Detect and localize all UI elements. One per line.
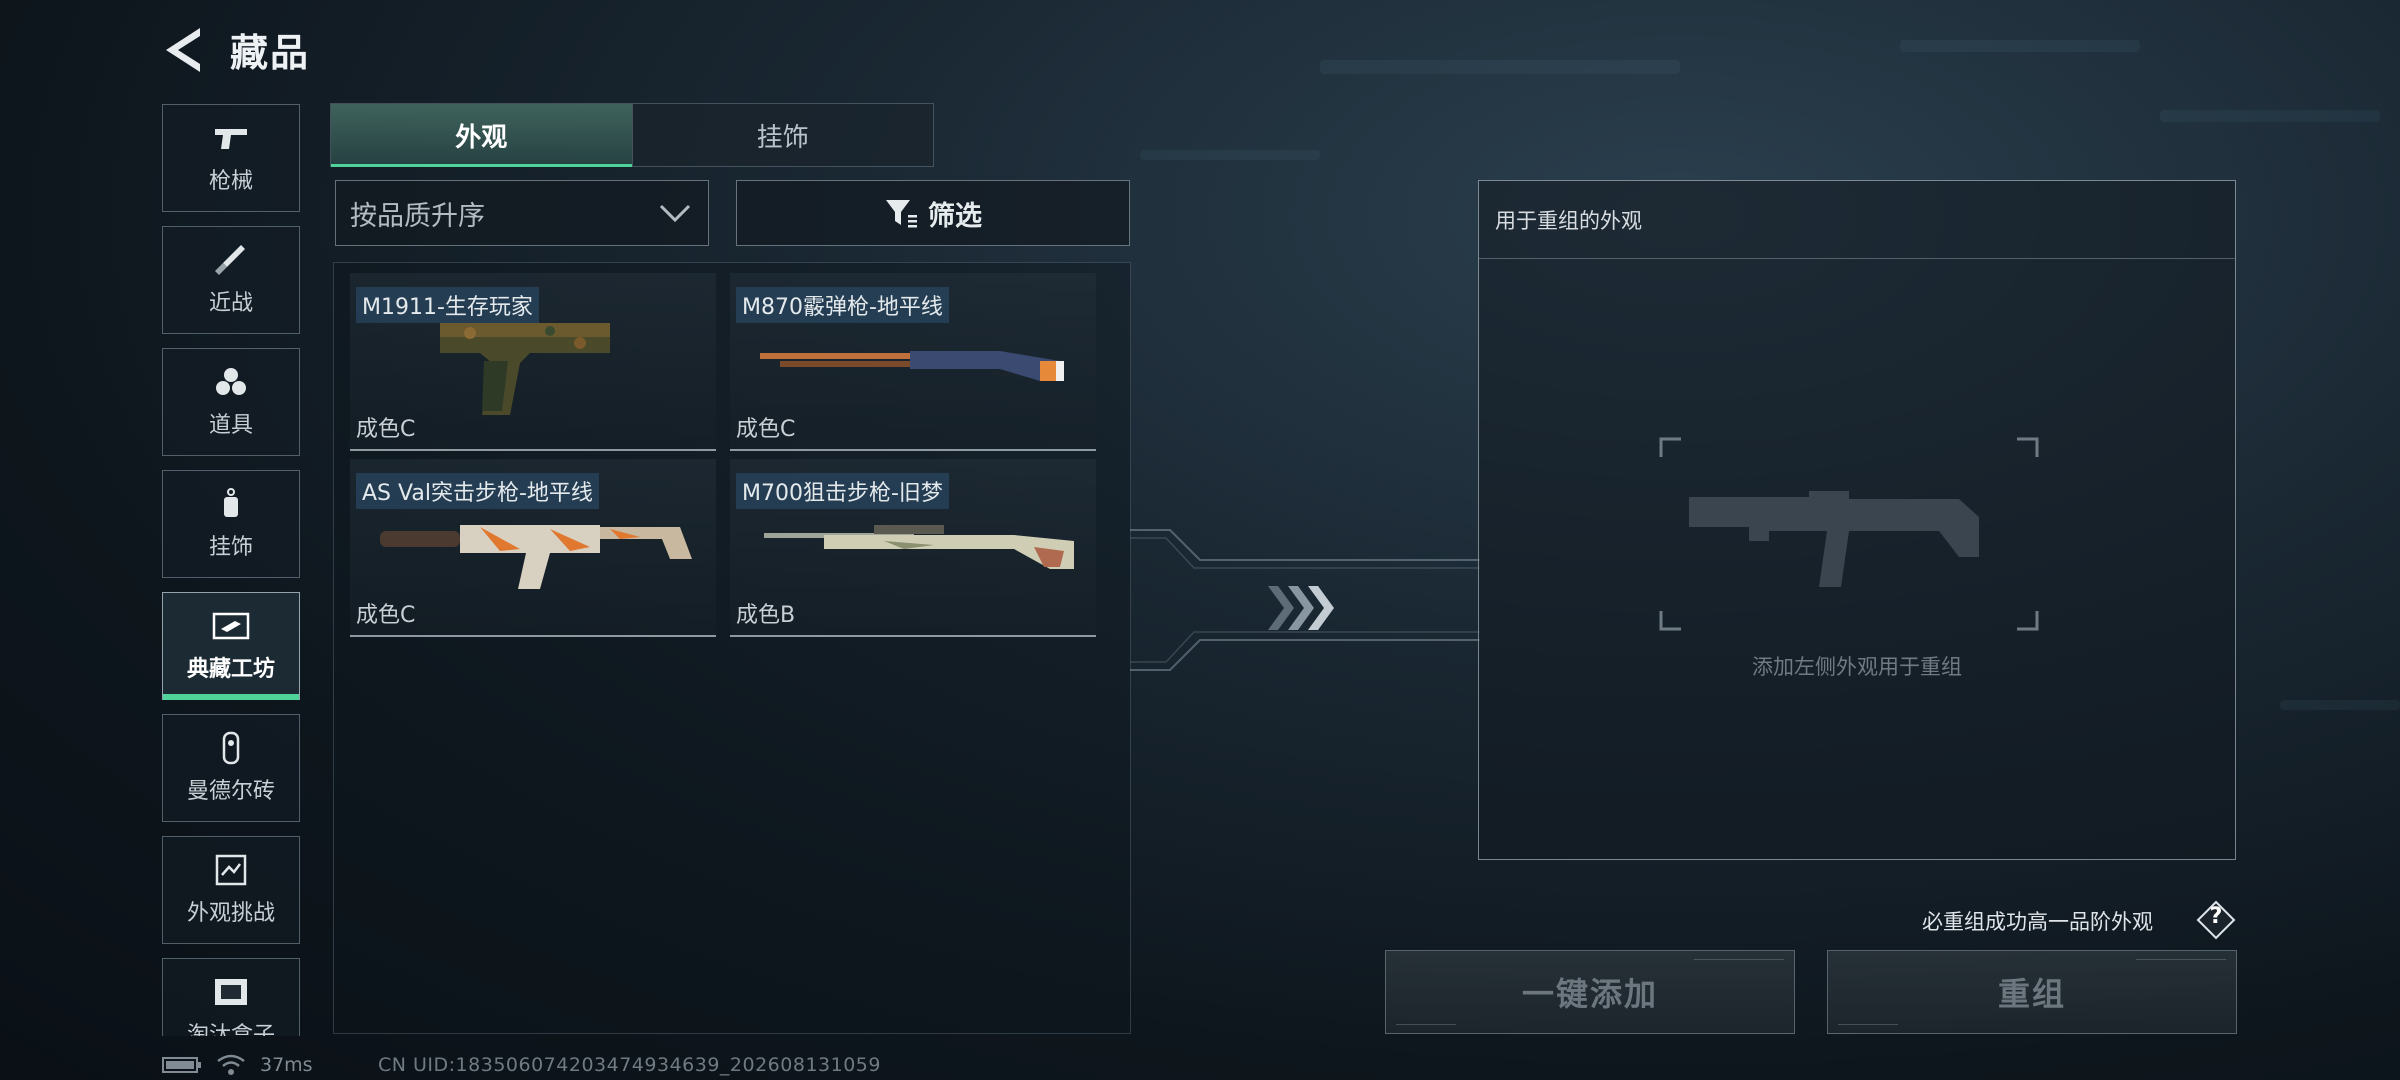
help-mark: ? xyxy=(2209,904,2223,929)
filter-icon xyxy=(886,200,917,228)
ping-value: 37ms xyxy=(260,1054,313,1076)
add-all-button[interactable]: 一键添加 xyxy=(1385,950,1795,1034)
category-label: 淘汰盒子 xyxy=(186,1023,275,1036)
chevron-down-icon xyxy=(659,204,691,223)
guarantee-note: 必重组成功高一品阶外观 xyxy=(1922,910,2153,934)
category-label: 近战 xyxy=(208,291,253,316)
status-bar: 37ms xyxy=(162,1052,313,1078)
category-label: 外观挑战 xyxy=(186,901,275,926)
challenge-icon xyxy=(211,853,251,887)
button-decoration xyxy=(1694,959,1784,973)
category-melee[interactable]: 近战 xyxy=(162,226,300,334)
charm-icon xyxy=(211,487,251,521)
shotgun-skin-image xyxy=(760,351,1064,381)
assault-rifle-skin-image xyxy=(380,525,692,589)
wifi-icon xyxy=(217,1054,245,1075)
recombine-button[interactable]: 重组 xyxy=(1827,950,2237,1034)
skin-card[interactable]: M1911-生存玩家 成色C xyxy=(350,273,716,451)
category-challenge[interactable]: 外观挑战 xyxy=(162,836,300,944)
filter-button[interactable]: 筛选 xyxy=(736,180,1130,246)
workshop-icon xyxy=(211,609,251,643)
chevrons-right-icon xyxy=(1268,586,1334,630)
add-all-label: 一键添加 xyxy=(1521,975,1658,1013)
category-mandel-brick[interactable]: 曼德尔砖 xyxy=(162,714,300,822)
category-guns[interactable]: 枪械 xyxy=(162,104,300,212)
button-decoration xyxy=(2136,959,2226,973)
mandel-brick-icon xyxy=(211,731,251,765)
grenade-icon xyxy=(211,365,251,399)
battery-icon xyxy=(162,1057,201,1073)
skin-card[interactable]: M700狙击步枪-旧梦 成色B xyxy=(730,459,1096,637)
skin-grid: M1911-生存玩家 成色C M870霰弹枪-地平线 成色C AS Val突击步… xyxy=(333,262,1131,1034)
button-decoration xyxy=(1396,1015,1456,1025)
category-label: 挂饰 xyxy=(208,535,253,560)
recombine-label: 重组 xyxy=(1997,975,2066,1013)
knife-icon xyxy=(211,243,251,277)
recombine-hint: 添加左侧外观用于重组 xyxy=(1752,655,1962,679)
pistol-icon xyxy=(211,121,251,155)
skin-name: M700狙击步枪-旧梦 xyxy=(736,473,949,509)
category-nav: 枪械 近战 道具 挂饰 典藏工坊 曼德尔砖 外观挑战 淘汰盒子 xyxy=(162,104,300,1036)
category-label: 道具 xyxy=(208,413,253,438)
recombine-header: 用于重组的外观 xyxy=(1479,181,2235,259)
tab-charms[interactable]: 挂饰 xyxy=(631,104,934,166)
skin-grade: 成色C xyxy=(356,417,416,442)
button-decoration xyxy=(1838,1015,1898,1025)
sort-dropdown[interactable]: 按品质升序 xyxy=(335,180,709,246)
category-workshop[interactable]: 典藏工坊 xyxy=(162,592,300,700)
category-charms[interactable]: 挂饰 xyxy=(162,470,300,578)
recombine-panel: 用于重组的外观 添加左侧外观用于重组 xyxy=(1478,180,2236,860)
elimination-box-icon xyxy=(211,975,251,1009)
recombine-slot[interactable] xyxy=(1659,437,2039,631)
sniper-rifle-skin-image xyxy=(764,525,1074,569)
category-label: 曼德尔砖 xyxy=(186,779,275,804)
skin-grade: 成色B xyxy=(736,603,796,628)
category-items[interactable]: 道具 xyxy=(162,348,300,456)
skin-card[interactable]: M870霰弹枪-地平线 成色C xyxy=(730,273,1096,451)
back-arrow-icon[interactable] xyxy=(160,22,208,78)
tab-appearance[interactable]: 外观 xyxy=(331,104,632,167)
category-elimination-box[interactable]: 淘汰盒子 xyxy=(162,958,300,1036)
category-label: 枪械 xyxy=(208,169,253,194)
skin-card[interactable]: AS Val突击步枪-地平线 成色C xyxy=(350,459,716,637)
page-title: 藏品 xyxy=(230,31,311,75)
skin-name: M870霰弹枪-地平线 xyxy=(736,287,949,323)
filter-label: 筛选 xyxy=(928,200,982,232)
skin-name: AS Val突击步枪-地平线 xyxy=(356,473,599,509)
skin-name: M1911-生存玩家 xyxy=(356,287,539,323)
uid-text: CN UID:1835060742034749346​39_2026081310… xyxy=(378,1054,881,1076)
skin-grade: 成色C xyxy=(736,417,796,442)
recombine-title: 用于重组的外观 xyxy=(1495,209,1642,233)
category-label: 典藏工坊 xyxy=(186,657,275,682)
skin-grade: 成色C xyxy=(356,603,416,628)
tab-bar: 外观 挂饰 xyxy=(330,103,934,167)
sort-label: 按品质升序 xyxy=(350,200,485,232)
help-button[interactable]: ? xyxy=(2196,900,2236,940)
